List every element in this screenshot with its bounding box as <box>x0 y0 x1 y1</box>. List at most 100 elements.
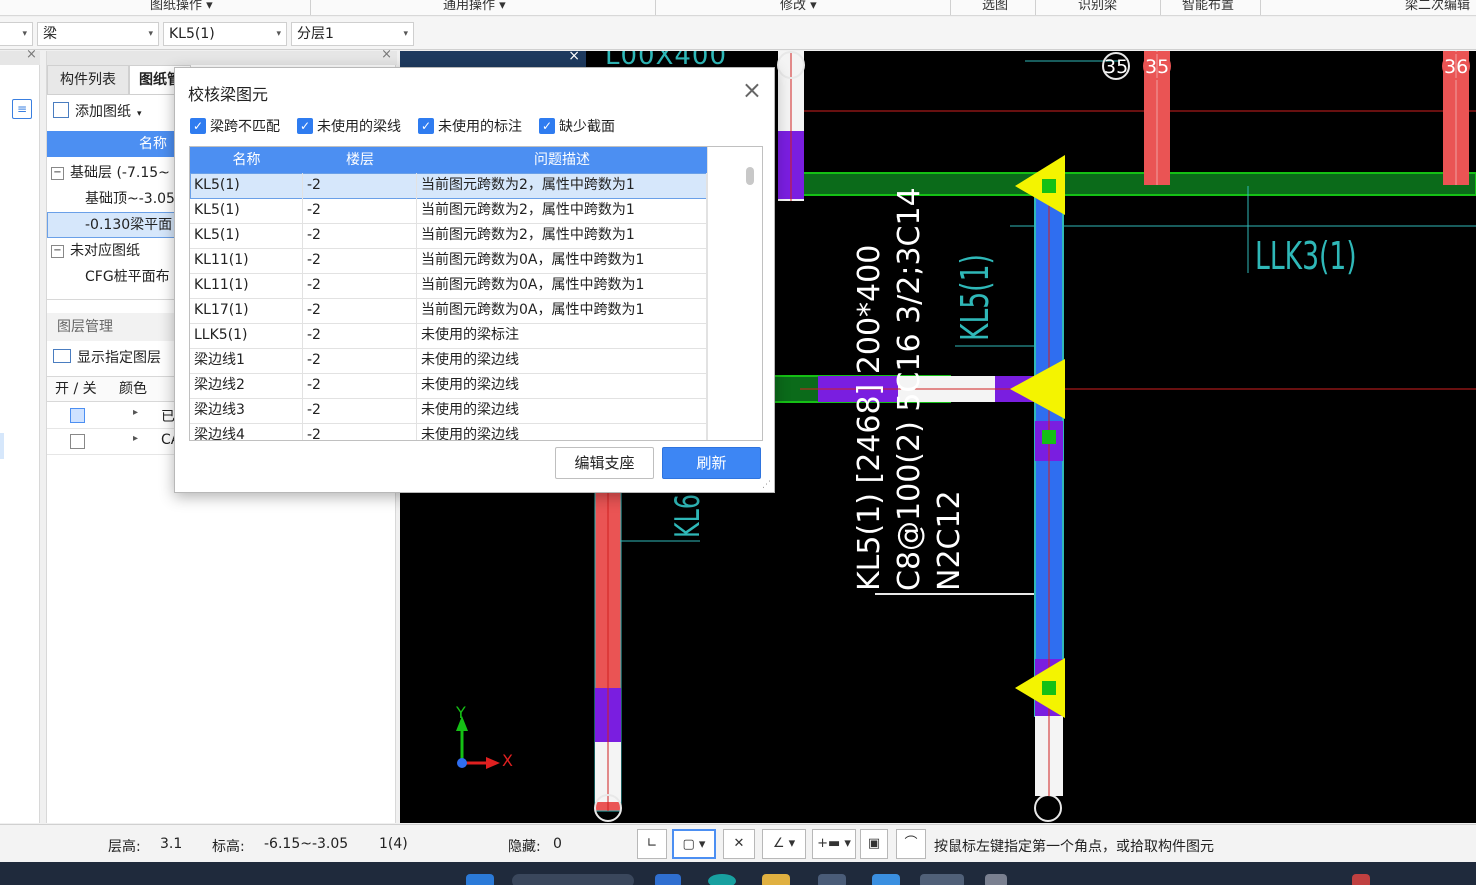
table-row[interactable]: 梁边线4 -2 未使用的梁边线 <box>190 423 707 440</box>
filter-label: 未使用的梁线 <box>317 119 401 135</box>
column-header-description[interactable]: 问题描述 <box>417 147 707 173</box>
cell-desc: 当前图元跨数为0A，属性中跨数为1 <box>417 298 707 323</box>
filter-label: 缺少截面 <box>559 119 615 135</box>
scrollbar-thumb[interactable] <box>746 167 754 185</box>
drawing-tab[interactable]: × <box>400 51 586 67</box>
orthogonal-snap-icon[interactable]: ∟ <box>637 829 667 859</box>
refresh-button[interactable]: 刷新 <box>662 447 761 479</box>
filter-span-mismatch[interactable]: ✓ 梁跨不匹配 <box>190 118 280 136</box>
layer-value: 分层1 <box>297 26 334 42</box>
cross-select-icon[interactable]: ✕ <box>723 829 755 859</box>
close-icon[interactable]: × <box>381 47 392 62</box>
show-layers-label: 显示指定图层 <box>77 350 161 366</box>
cell-floor: -2 <box>303 423 417 440</box>
resize-grip-icon[interactable]: ⋰ <box>762 480 771 490</box>
add-drawing-button[interactable]: 添加图纸 ▾ <box>53 101 142 123</box>
search-box[interactable] <box>512 874 634 885</box>
close-icon[interactable]: × <box>26 47 37 62</box>
chevron-down-icon: ▾ <box>148 29 153 39</box>
ucs-y-label: Y <box>456 703 466 722</box>
cell-floor: -2 <box>303 398 417 423</box>
layer-name: 已 <box>161 409 175 425</box>
annotation-line-3[interactable]: N2C12 <box>932 490 967 591</box>
tab-component-list[interactable]: 构件列表 <box>47 65 129 95</box>
left-side-strip: × ≡ <box>0 47 40 823</box>
grip-point[interactable] <box>1042 179 1056 193</box>
angle-snap-icon[interactable]: ∠ ▾ <box>762 829 806 859</box>
cell-name: 梁边线1 <box>190 348 303 373</box>
layer-toggle-checkbox[interactable] <box>70 408 85 423</box>
chevron-down-icon: ▾ <box>22 29 27 39</box>
expand-arrow-icon[interactable]: ▸ <box>133 407 138 418</box>
expand-arrow-icon[interactable]: ▸ <box>133 433 138 444</box>
collapse-icon[interactable]: − <box>51 244 64 258</box>
table-row[interactable]: KL5(1) -2 当前图元跨数为2，属性中跨数为1 <box>190 173 707 199</box>
scrollbar-track[interactable] <box>707 147 762 440</box>
selection-indicator <box>0 433 4 459</box>
checkbox-checked-icon[interactable]: ✓ <box>190 118 206 134</box>
folder-icon[interactable] <box>762 874 790 885</box>
app-icon[interactable] <box>818 874 846 885</box>
arc-snap-icon[interactable]: ⌒ <box>896 829 926 859</box>
table-row[interactable]: 梁边线3 -2 未使用的梁边线 <box>190 398 707 424</box>
app-icon[interactable] <box>985 874 1007 885</box>
dialog-title: 校核梁图元 <box>188 85 269 104</box>
element-name-select[interactable]: KL5(1) ▾ <box>163 22 287 46</box>
beam-tag-kl5: KL5(1) <box>953 254 997 341</box>
ribbon-group-common-ops[interactable]: 通用操作 ▾ <box>443 0 506 13</box>
table-row[interactable]: KL5(1) -2 当前图元跨数为2，属性中跨数为1 <box>190 223 707 249</box>
checkbox-checked-icon[interactable]: ✓ <box>418 118 434 134</box>
column-header-name[interactable]: 名称 <box>190 147 304 173</box>
element-type-select[interactable]: 梁 ▾ <box>37 22 159 46</box>
beam-tag-kl6: KL6 <box>668 493 708 538</box>
table-row[interactable]: KL11(1) -2 当前图元跨数为0A，属性中跨数为1 <box>190 248 707 274</box>
rect-select-icon[interactable]: ▢ ▾ <box>672 829 716 859</box>
cell-name: 梁边线2 <box>190 373 303 398</box>
browser-icon[interactable] <box>708 874 736 885</box>
display-toggle-icon[interactable]: ▣ <box>860 829 888 859</box>
app-icon[interactable] <box>655 874 681 885</box>
ribbon-beam-secondary-edit[interactable]: 梁二次编辑 <box>1405 0 1470 13</box>
checkbox-checked-icon[interactable]: ✓ <box>297 118 313 134</box>
layer-toggle-checkbox[interactable] <box>70 434 85 449</box>
table-row[interactable]: LLK5(1) -2 未使用的梁标注 <box>190 323 707 349</box>
filter-unused-annotation[interactable]: ✓ 未使用的标注 <box>418 118 522 136</box>
ribbon-group-modify[interactable]: 修改 ▾ <box>780 0 817 13</box>
active-app-icon[interactable] <box>920 874 964 885</box>
ribbon-group-drawing-ops[interactable]: 图纸操作 ▾ <box>150 0 213 13</box>
ribbon-select-drawing[interactable]: 选图 <box>982 0 1008 13</box>
checkbox-checked-icon[interactable]: ✓ <box>539 118 555 134</box>
app-icon[interactable] <box>872 874 900 885</box>
column-header-floor[interactable]: 楼层 <box>303 147 418 173</box>
edit-support-button[interactable]: 编辑支座 <box>555 447 654 479</box>
cell-name: LLK5(1) <box>190 323 303 348</box>
tree-row-label: 未对应图纸 <box>70 243 140 259</box>
beam-label-llk3: LLK3(1) <box>1255 234 1357 278</box>
table-row[interactable]: KL5(1) -2 当前图元跨数为2，属性中跨数为1 <box>190 198 707 224</box>
close-icon[interactable]: × <box>568 51 580 64</box>
filter-missing-section[interactable]: ✓ 缺少截面 <box>539 118 615 136</box>
annotation-line-1[interactable]: KL5(1) [2468] 200*400 <box>852 245 887 591</box>
table-row[interactable]: 梁边线2 -2 未使用的梁边线 <box>190 373 707 399</box>
table-row[interactable]: KL17(1) -2 当前图元跨数为0A，属性中跨数为1 <box>190 298 707 324</box>
dimension-snap-icon[interactable]: +▬ ▾ <box>812 829 856 859</box>
start-icon[interactable] <box>466 874 494 885</box>
filter-unused-beam-line[interactable]: ✓ 未使用的梁线 <box>297 118 401 136</box>
ribbon-smart-layout[interactable]: 智能布置 <box>1182 0 1234 13</box>
close-icon[interactable]: × <box>742 76 762 104</box>
filter-label: 未使用的标注 <box>438 119 522 135</box>
tree-row-label: -0.130梁平面 <box>85 217 173 233</box>
show-layers-button[interactable]: 显示指定图层 <box>53 347 161 369</box>
category-dropdown[interactable]: ▾ <box>0 22 33 46</box>
status-bar: 层高: 3.1 标高: -6.15~-3.05 1(4) 隐藏: 0 ∟ ▢ ▾… <box>0 824 1476 862</box>
collapse-icon[interactable]: − <box>51 166 64 180</box>
table-row[interactable]: KL11(1) -2 当前图元跨数为0A，属性中跨数为1 <box>190 273 707 299</box>
annotation-line-2[interactable]: C8@100(2) 5C16 3/2;3C14 <box>892 187 927 591</box>
list-view-icon[interactable]: ≡ <box>12 99 32 119</box>
tray-icon[interactable] <box>1352 874 1370 885</box>
grip-point[interactable] <box>1042 681 1056 695</box>
layer-select[interactable]: 分层1 ▾ <box>291 22 414 46</box>
table-row[interactable]: 梁边线1 -2 未使用的梁边线 <box>190 348 707 374</box>
ribbon-identify-beam[interactable]: 识别梁 <box>1078 0 1117 13</box>
grip-point[interactable] <box>1042 430 1056 444</box>
